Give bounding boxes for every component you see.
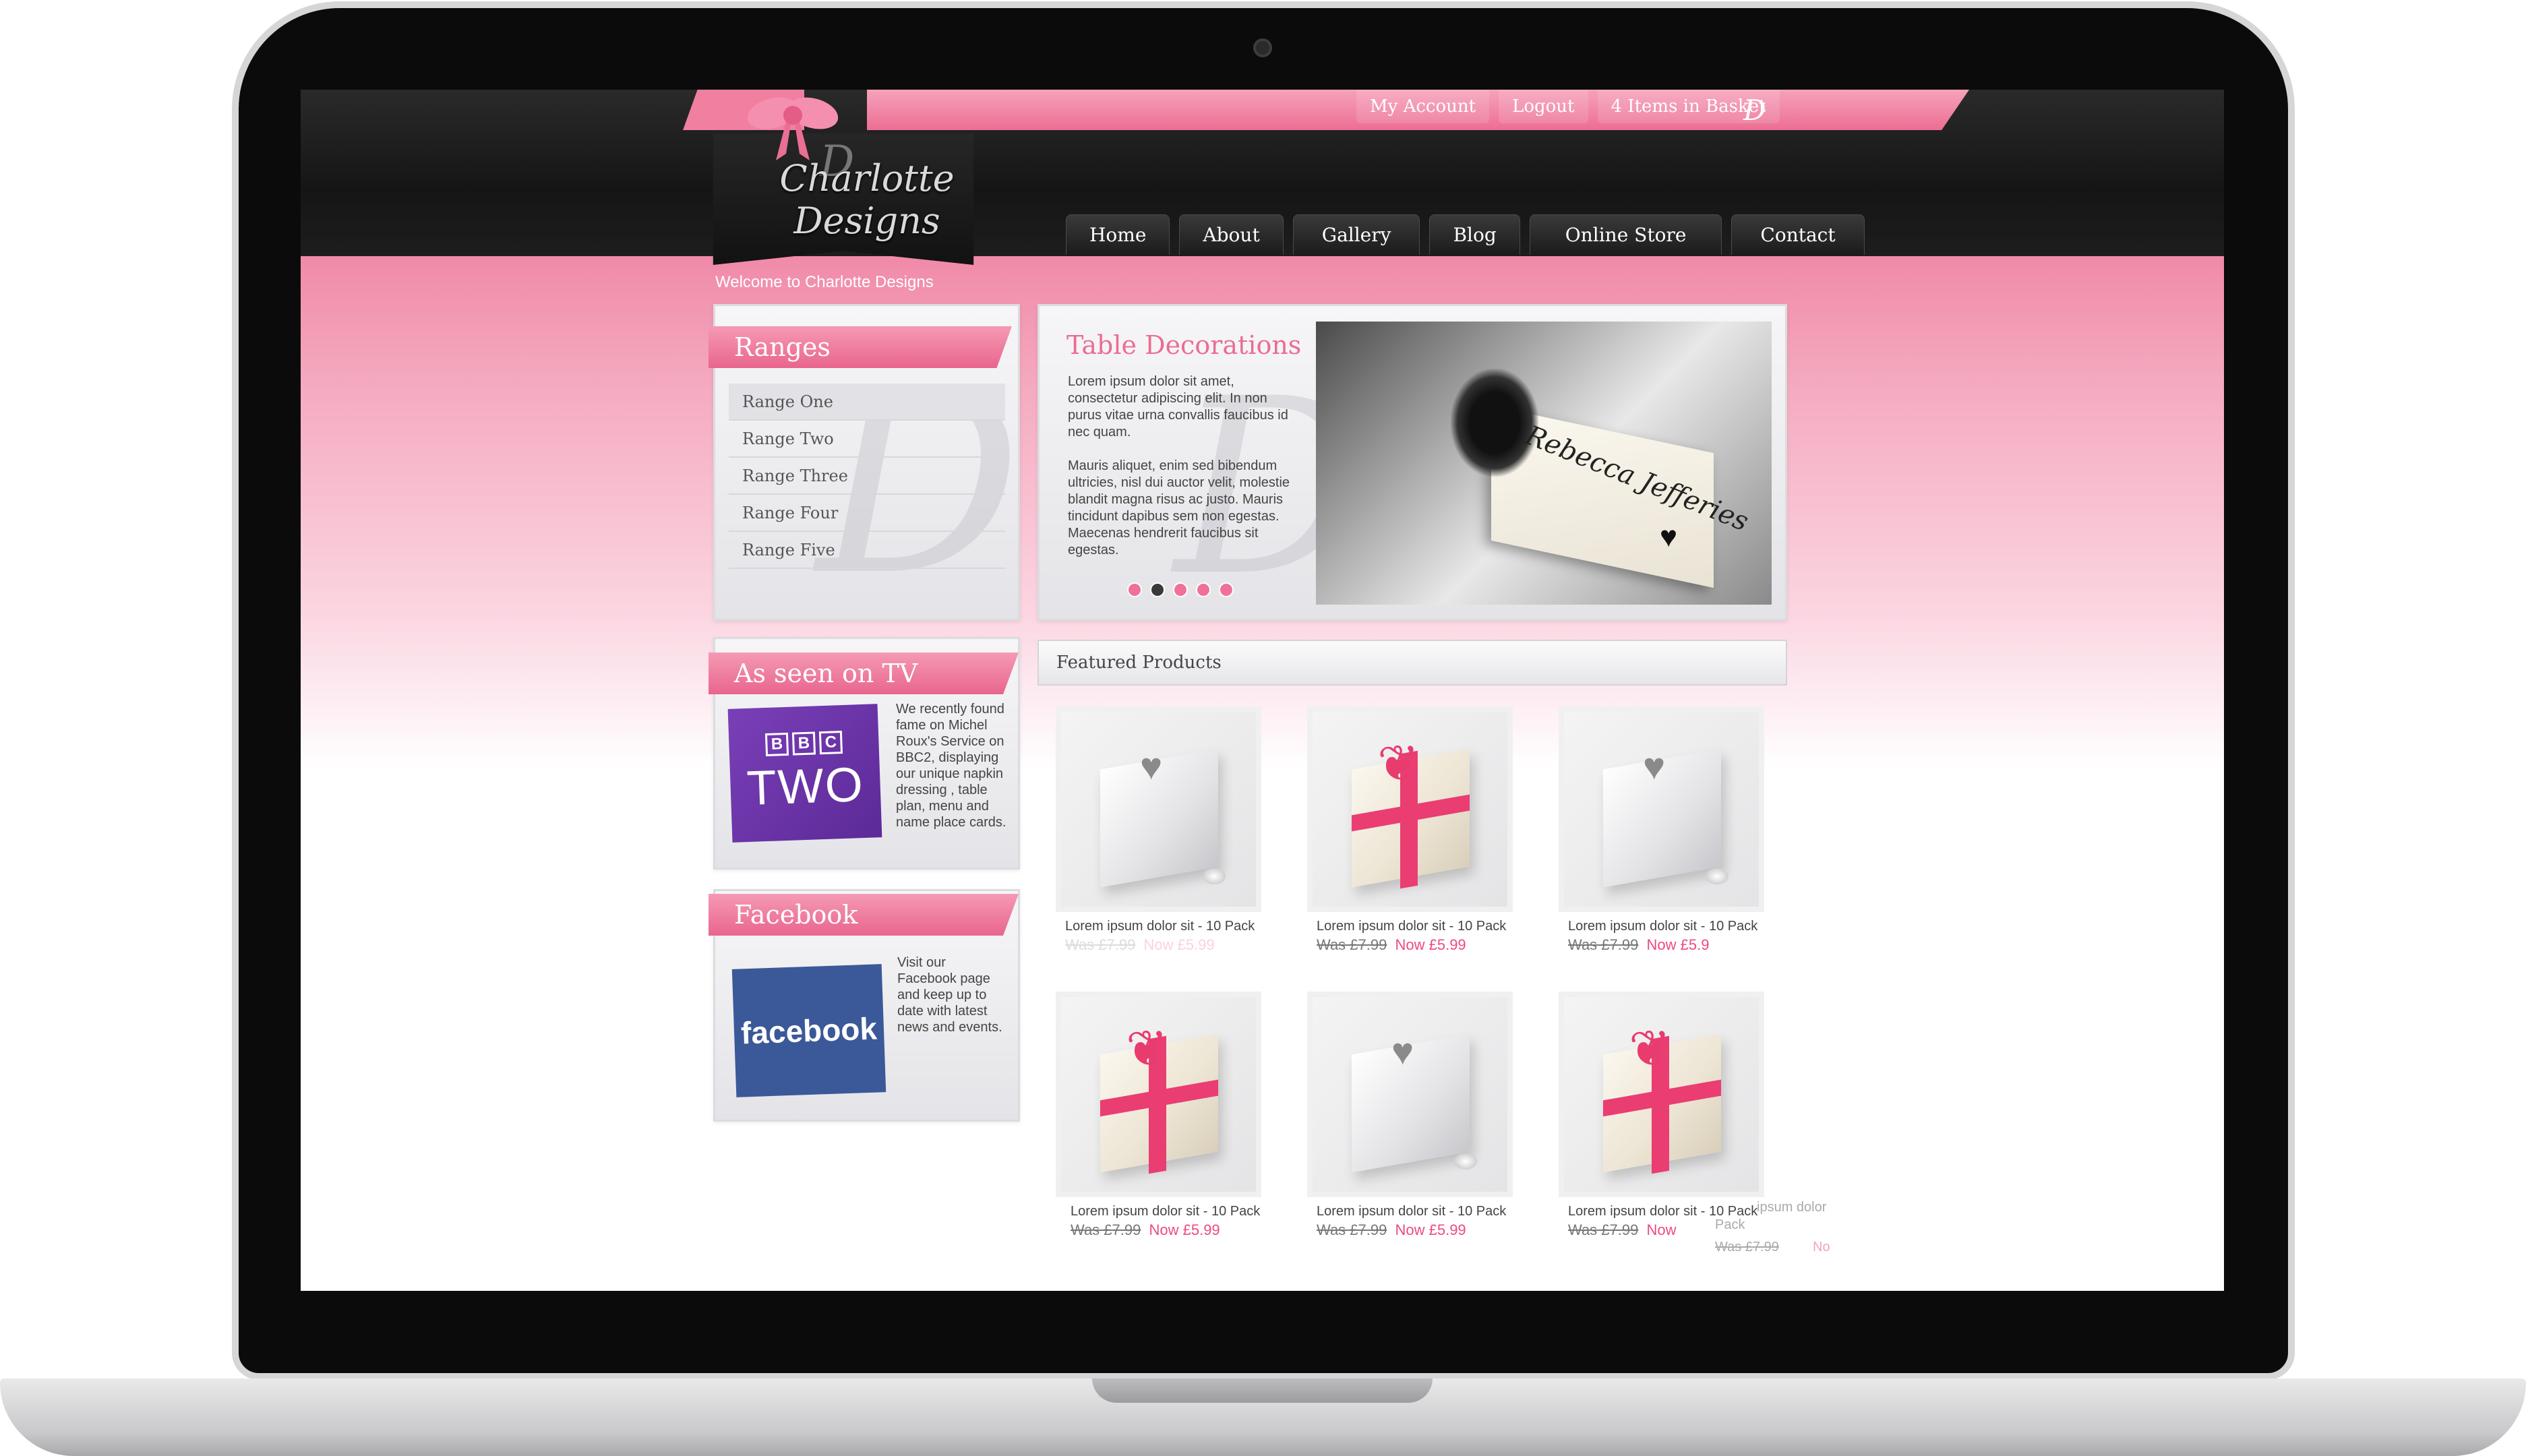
nav-gallery[interactable]: Gallery (1292, 214, 1420, 255)
feature-paragraph: Mauris aliquet, enim sed bibendum ultric… (1068, 458, 1290, 557)
black-bow-icon (1451, 369, 1538, 477)
range-list: Range One Range Two Range Three Range Fo… (729, 384, 1005, 569)
product-card[interactable]: ❦ Lorem ipsum dolor sit - 10 Pack Was £7… (1559, 992, 1768, 1239)
slider-dot[interactable] (1127, 582, 1142, 597)
price-now: Now £5.99 (1395, 1221, 1466, 1238)
camera-icon (1253, 38, 1272, 57)
range-item-five[interactable]: Range Five (729, 532, 1005, 569)
site-logo[interactable]: Charlotte Designs (732, 157, 1002, 242)
product-name[interactable]: Lorem ipsum dolor sit - 10 Pack (1307, 917, 1516, 935)
gem-icon (1203, 868, 1226, 884)
price-now: Now £5.99 (1149, 1221, 1220, 1238)
nav-home[interactable]: Home (1066, 214, 1170, 255)
tv-title: As seen on TV (709, 653, 1019, 694)
my-account-link[interactable]: My Account (1356, 90, 1490, 123)
product-card[interactable]: ♥ Lorem ipsum dolor sit - 10 Pack Was £7… (1307, 992, 1516, 1239)
bbc-two-logo[interactable]: B B C TWO (727, 704, 882, 843)
logout-link[interactable]: Logout (1499, 90, 1588, 123)
featured-products-header: Featured Products (1038, 640, 1787, 686)
range-item-two[interactable]: Range Two (729, 421, 1005, 458)
price-now: Now (1646, 1221, 1677, 1238)
product-image[interactable]: ♥ (1056, 706, 1261, 912)
feature-paragraph: Lorem ipsum dolor sit amet, consectetur … (1068, 374, 1288, 439)
product-name[interactable]: Lorem ipsum dolor sit - 10 Pack (1307, 1203, 1516, 1220)
diamond-heart-icon: ♥ (1643, 745, 1666, 787)
browser-viewport: D Charlotte Designs My Account Logout 4 … (301, 90, 2224, 1291)
bbc-letter-boxes: B B C (764, 731, 843, 757)
slider-dot[interactable] (1219, 582, 1234, 597)
price-now: Now £5.9 (1646, 936, 1710, 953)
slider-dots (1127, 582, 1234, 597)
product-name[interactable]: Lorem ipsum dolor sit - 10 Pack (1056, 1203, 1265, 1220)
product-image[interactable]: ❦ (1056, 992, 1261, 1197)
diamond-heart-icon: ♥ (1140, 745, 1163, 787)
bbc-two-text: TWO (746, 757, 866, 816)
bow-icon: ❦ (1377, 735, 1420, 791)
monogram-icon: D (1743, 94, 1766, 127)
price-was: Was £7.99 (1317, 1221, 1387, 1238)
product-price: Was £7.99 Now £5.99 (1307, 936, 1516, 954)
price-was: Was £7.99 (1568, 1221, 1639, 1238)
ranges-panel: D Ranges Range One Range Two Range Three… (709, 304, 1022, 632)
laptop-notch (1092, 1378, 1433, 1403)
feature-image[interactable]: Rebecca Jefferies ♥ (1316, 322, 1772, 605)
product-image[interactable]: ❦ (1307, 706, 1513, 912)
heart-icon: ♥ (1660, 520, 1678, 553)
product-price: Was £7.99 Now £5.99 (1056, 936, 1265, 954)
feature-slider: D Table Decorations Lorem ipsum dolor si… (1038, 304, 1787, 629)
slider-dot[interactable] (1196, 582, 1211, 597)
slider-dot[interactable] (1173, 582, 1188, 597)
overflow-ghost-was: Was £7.99 (1715, 1240, 1779, 1254)
product-name[interactable]: Lorem ipsum dolor sit - 10 Pack (1056, 917, 1265, 935)
price-was: Was £7.99 (1065, 936, 1136, 953)
feature-text: Lorem ipsum dolor sit amet, consectetur … (1068, 373, 1304, 576)
bbc-letter: B (764, 732, 789, 757)
product-card[interactable]: ♥ Lorem ipsum dolor sit - 10 Pack Was £7… (1559, 706, 1768, 954)
nav-about[interactable]: About (1179, 214, 1284, 255)
price-now: Now £5.99 (1395, 936, 1466, 953)
gem-icon (1706, 868, 1728, 884)
range-item-one[interactable]: Range One (729, 384, 1005, 421)
overflow-ghost-pack: Pack (1715, 1217, 1745, 1232)
gem-icon (1454, 1153, 1477, 1170)
facebook-description: Visit our Facebook page and keep up to d… (897, 955, 1002, 1035)
overflow-ghost-now: No (1813, 1240, 1830, 1254)
price-now: Now £5.99 (1143, 936, 1215, 953)
bow-icon: ❦ (1629, 1021, 1671, 1076)
product-image[interactable]: ❦ (1559, 992, 1764, 1197)
bbc-letter: B (791, 731, 816, 756)
product-price: Was £7.99 Now £5.9 (1559, 936, 1768, 954)
facebook-title: Facebook (709, 894, 1019, 936)
feature-title: Table Decorations (1066, 330, 1302, 360)
account-links: My Account Logout 4 Items in Basket (1356, 90, 1780, 130)
product-card[interactable]: ♥ Lorem ipsum dolor sit - 10 Pack Was £7… (1056, 706, 1265, 954)
nav-contact[interactable]: Contact (1731, 214, 1865, 255)
price-was: Was £7.99 (1568, 936, 1639, 953)
main-nav: Home About Gallery Blog Online Store Con… (1066, 214, 1865, 255)
product-price: Was £7.99 Now £5.99 (1307, 1221, 1516, 1239)
product-name[interactable]: Lorem ipsum dolor sit - 10 Pack (1559, 917, 1768, 935)
welcome-text: Welcome to Charlotte Designs (715, 273, 934, 291)
diamond-heart-icon: ♥ (1391, 1030, 1414, 1072)
overflow-ghost-name: ipsum dolor (1757, 1200, 1827, 1215)
tv-panel: As seen on TV B B C TWO We recently foun… (709, 637, 1020, 870)
tv-description: We recently found fame on Michel Roux's … (896, 702, 1006, 830)
product-card[interactable]: ❦ Lorem ipsum dolor sit - 10 Pack Was £7… (1307, 706, 1516, 954)
price-was: Was £7.99 (1317, 936, 1387, 953)
facebook-panel: Facebook facebook Visit our Facebook pag… (709, 889, 1020, 1122)
price-was: Was £7.99 (1071, 1221, 1141, 1238)
facebook-logo[interactable]: facebook (731, 964, 886, 1097)
slider-dot-active[interactable] (1150, 582, 1165, 597)
product-card[interactable]: ❦ Lorem ipsum dolor sit - 10 Pack Was £7… (1056, 992, 1265, 1239)
product-image[interactable]: ♥ (1307, 992, 1513, 1197)
bbc-letter: C (818, 731, 843, 755)
product-image[interactable]: ♥ (1559, 706, 1764, 912)
bow-icon: ❦ (1126, 1021, 1168, 1076)
nav-blog[interactable]: Blog (1429, 214, 1520, 255)
ranges-title: Ranges (709, 326, 1012, 368)
nav-online-store[interactable]: Online Store (1529, 214, 1722, 255)
range-item-four[interactable]: Range Four (729, 495, 1005, 532)
range-item-three[interactable]: Range Three (729, 458, 1005, 495)
product-price: Was £7.99 Now £5.99 (1056, 1221, 1265, 1239)
